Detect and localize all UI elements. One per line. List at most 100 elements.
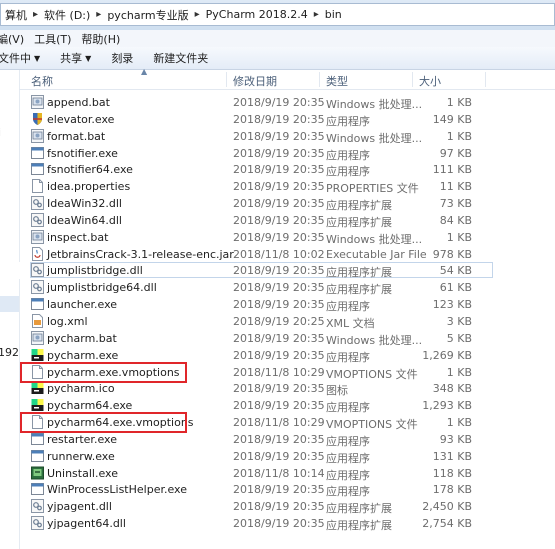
file-date: 2018/9/19 20:35 — [233, 500, 325, 514]
menu-help[interactable]: 帮助(H) — [76, 31, 125, 47]
bat-icon — [31, 95, 44, 109]
column-divider[interactable] — [412, 72, 413, 87]
red-highlight-box — [20, 412, 187, 434]
file-date: 2018/9/19 20:25 — [233, 314, 325, 328]
file-row[interactable]: append.bat 2018/9/19 20:35 Windows 批处理... 1… — [19, 94, 555, 111]
nav-item-network-fragment[interactable]: 192. — [0, 346, 19, 359]
file-type: Windows 批处理... — [326, 131, 423, 145]
chevron-right-icon[interactable]: ▸ — [29, 9, 42, 20]
file-size: 978 KB — [432, 247, 472, 261]
nav-item-fragment[interactable]: i — [0, 126, 1, 139]
file-size: 73 KB — [439, 197, 472, 211]
file-row[interactable]: launcher.exe 2018/9/19 20:35 应用程序 123 KB — [19, 296, 555, 313]
navigation-pane[interactable]: i 192. — [0, 70, 20, 549]
file-list: append.bat 2018/9/19 20:35 Windows 批处理... 1… — [19, 94, 555, 532]
file-size: 131 KB — [432, 449, 472, 463]
share-button[interactable]: 共享 ▼ — [50, 50, 101, 66]
file-row[interactable]: elevator.exe 2018/9/19 20:35 应用程序 149 KB — [19, 111, 555, 128]
file-row[interactable]: log.xml 2018/9/19 20:25 XML 文档 3 KB — [19, 313, 555, 330]
file-date: 2018/9/19 20:35 — [233, 230, 325, 244]
red-highlight-box — [20, 361, 187, 383]
exe-icon — [31, 297, 44, 311]
breadcrumb-pycharm-pro[interactable]: pycharm专业版 — [105, 7, 190, 23]
exe-icon — [31, 482, 44, 496]
file-row[interactable]: yjpagent.dll 2018/9/19 20:35 应用程序扩展 2,450 K… — [19, 498, 555, 515]
file-row[interactable]: runnerw.exe 2018/9/19 20:35 应用程序 131 KB — [19, 448, 555, 465]
chevron-down-icon: ▼ — [85, 53, 92, 63]
file-type: 图标 — [326, 384, 348, 398]
column-header-date[interactable]: 修改日期 — [233, 73, 277, 89]
menu-bar: 編(V) 工具(T) 帮助(H) — [0, 30, 555, 48]
menu-tools[interactable]: 工具(T) — [29, 31, 76, 47]
menu-view[interactable]: 編(V) — [0, 31, 29, 47]
file-row[interactable]: yjpagent64.dll 2018/9/19 20:35 应用程序扩展 2,754… — [19, 515, 555, 532]
burn-label: 刻录 — [111, 52, 134, 65]
column-divider[interactable] — [226, 72, 227, 87]
file-row[interactable]: IdeaWin32.dll 2018/9/19 20:35 应用程序扩展 73 KB — [19, 195, 555, 212]
column-header-type[interactable]: 类型 — [326, 73, 348, 89]
chevron-right-icon[interactable]: ▸ — [92, 9, 105, 20]
file-size: 1 KB — [446, 416, 472, 430]
new-folder-button[interactable]: 新建文件夹 — [143, 50, 218, 66]
file-row[interactable]: fsnotifier.exe 2018/9/19 20:35 应用程序 97 KB — [19, 145, 555, 162]
breadcrumb-bin[interactable]: bin — [323, 8, 344, 21]
file-name: launcher.exe — [47, 298, 118, 312]
file-date: 2018/9/19 20:35 — [233, 146, 325, 160]
file-name: restarter.exe — [47, 432, 117, 446]
file-date: 2018/11/8 10:29 — [233, 365, 325, 379]
column-header-size[interactable]: 大小 — [419, 73, 441, 89]
file-size: 2,754 KB — [422, 517, 472, 531]
file-date: 2018/11/8 10:14 — [233, 466, 325, 480]
file-row[interactable]: WinProcessListHelper.exe 2018/9/19 20:35 应… — [19, 481, 555, 498]
file-type: 应用程序 — [326, 350, 370, 364]
file-row[interactable]: inspect.bat 2018/9/19 20:35 Windows 批处理...… — [19, 229, 555, 246]
breadcrumb-pycharm-version[interactable]: PyCharm 2018.2.4 — [204, 8, 310, 21]
file-name: elevator.exe — [47, 112, 115, 126]
file-date: 2018/9/19 20:35 — [233, 399, 325, 413]
file-name: append.bat — [47, 96, 110, 109]
file-size: 1 KB — [446, 230, 472, 244]
file-type: 应用程序 — [326, 148, 370, 162]
file-row[interactable]: Uninstall.exe 2018/11/8 10:14 应用程序 118 KB — [19, 465, 555, 482]
file-date: 2018/9/19 20:35 — [233, 348, 325, 362]
file-name: pycharm.exe — [47, 348, 119, 362]
file-type: Windows 批处理... — [326, 98, 423, 111]
file-size: 118 KB — [432, 466, 472, 480]
file-type: 应用程序扩展 — [326, 283, 392, 297]
file-size: 111 KB — [432, 163, 472, 177]
burn-button[interactable]: 刻录 — [101, 50, 143, 66]
file-row[interactable]: IdeaWin64.dll 2018/9/19 20:35 应用程序扩展 84 KB — [19, 212, 555, 229]
chevron-right-icon[interactable]: ▸ — [191, 9, 204, 20]
file-name: yjpagent64.dll — [47, 517, 126, 531]
file-row[interactable]: fsnotifier64.exe 2018/9/19 20:35 应用程序 111 K… — [19, 161, 555, 178]
file-row[interactable]: pycharm.ico 2018/9/19 20:35 图标 348 KB — [19, 380, 555, 397]
file-name: pycharm64.exe — [47, 399, 133, 413]
organize-button[interactable]: 文件中 ▼ — [0, 50, 50, 66]
file-row[interactable]: idea.properties 2018/9/19 20:35 PROPERTIES… — [19, 178, 555, 195]
file-name: JetbrainsCrack-3.1-release-enc.jar — [47, 247, 234, 261]
file-row[interactable]: format.bat 2018/9/19 20:35 Windows 批处理... 1… — [19, 128, 555, 145]
column-divider[interactable] — [319, 72, 320, 87]
breadcrumb-computer[interactable]: 算机 — [3, 7, 29, 23]
nav-selected-item[interactable] — [0, 296, 19, 312]
file-row[interactable]: pycharm.bat 2018/9/19 20:35 Windows 批处理...… — [19, 330, 555, 347]
bat-icon — [31, 128, 44, 143]
file-type: Executable Jar File — [326, 247, 427, 261]
file-size: 93 KB — [439, 432, 472, 446]
file-name: format.bat — [47, 129, 106, 143]
share-label: 共享 — [60, 52, 83, 65]
file-date: 2018/9/19 20:35 — [233, 298, 325, 312]
address-bar[interactable]: 算机 ▸ 软件 (D:) ▸ pycharm专业版 ▸ PyCharm 2018… — [0, 3, 555, 26]
file-name: pycharm.ico — [47, 382, 115, 396]
column-header-name[interactable]: 名称 — [31, 73, 53, 89]
chevron-right-icon[interactable]: ▸ — [310, 9, 323, 20]
file-row[interactable]: jumplistbridge64.dll 2018/9/19 20:35 应用程序扩… — [19, 279, 555, 296]
breadcrumb-drive[interactable]: 软件 (D:) — [42, 7, 92, 23]
file-size: 1 KB — [446, 129, 472, 143]
file-row[interactable]: restarter.exe 2018/9/19 20:35 应用程序 93 KB — [19, 431, 555, 448]
file-row[interactable]: jumplistbridge.dll 2018/9/19 20:35 应用程序扩展 5… — [19, 262, 555, 279]
file-type: 应用程序 — [326, 401, 370, 415]
file-name: IdeaWin32.dll — [47, 197, 122, 211]
file-row[interactable]: JetbrainsCrack-3.1-release-enc.jar 2018/1… — [19, 246, 555, 263]
column-divider[interactable] — [485, 72, 486, 87]
